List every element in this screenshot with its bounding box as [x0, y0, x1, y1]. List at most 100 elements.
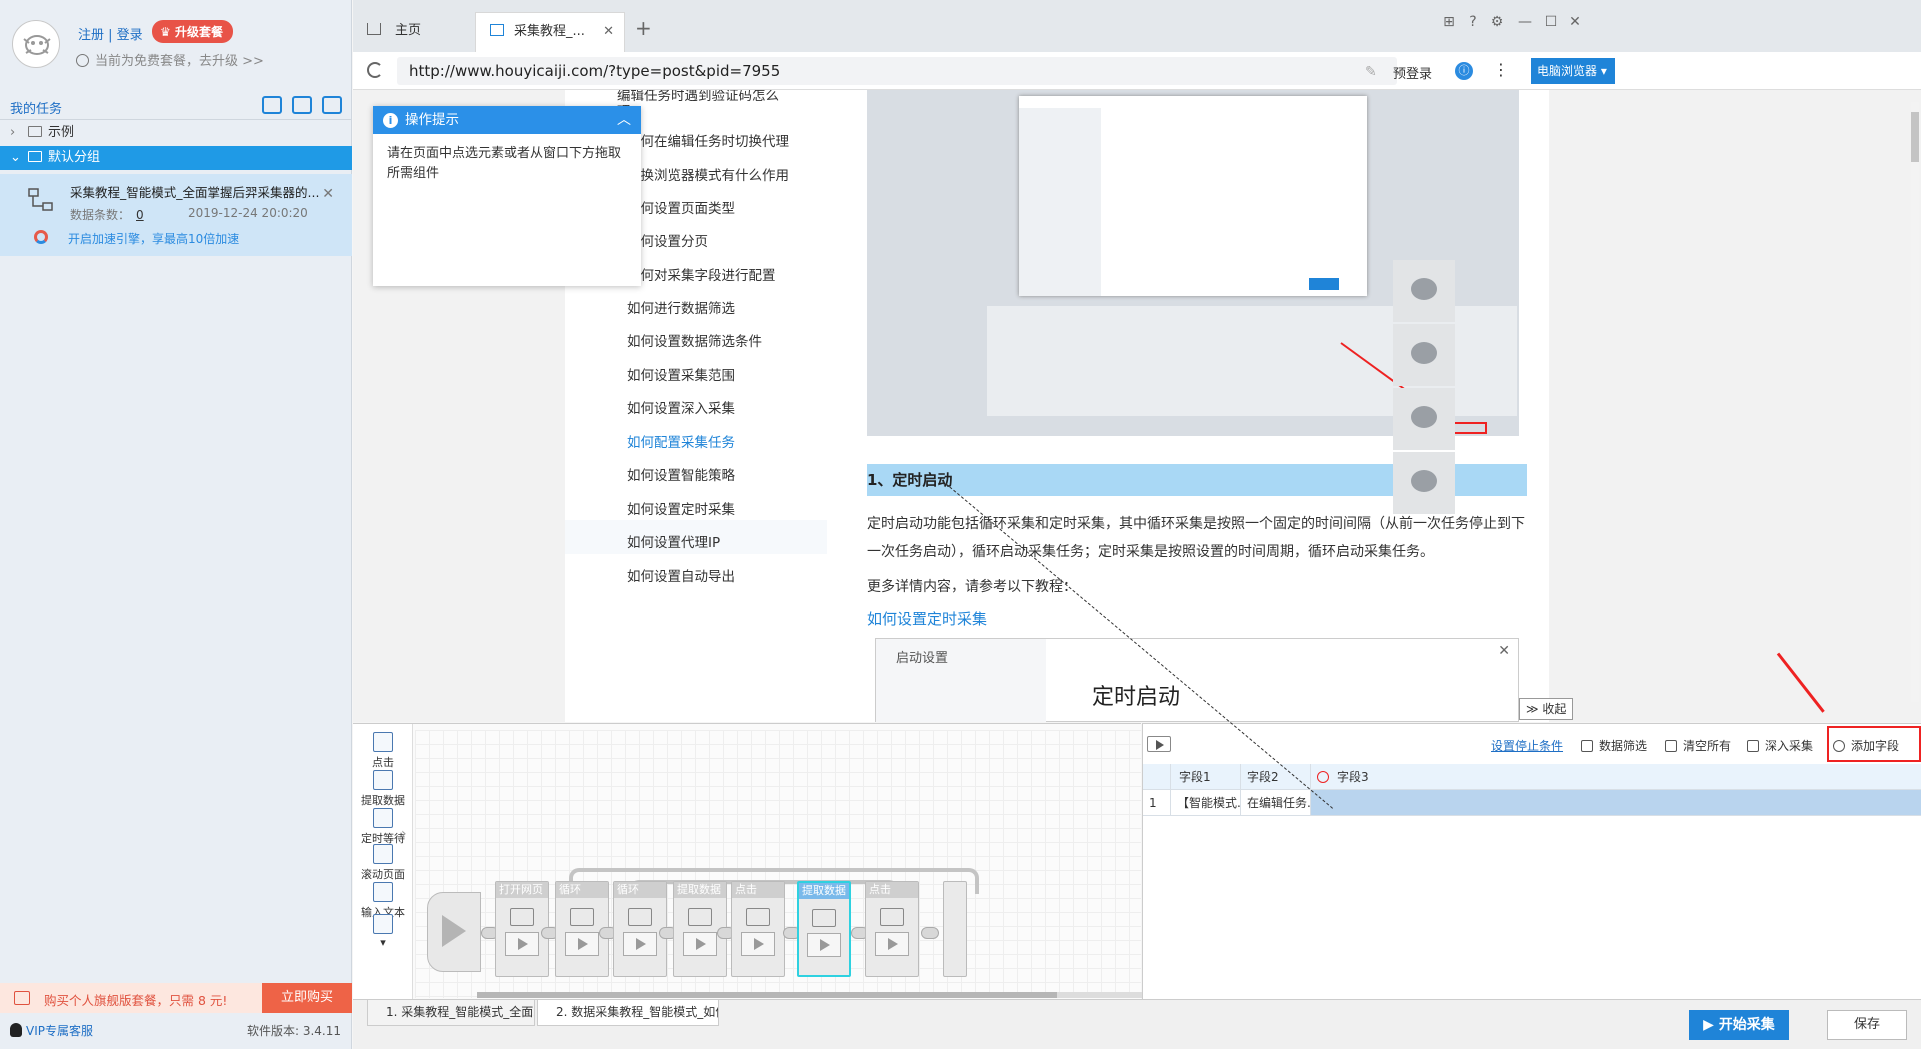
nav-item[interactable]: 如何配置采集任务 [627, 431, 735, 451]
browser-mode-button[interactable]: 电脑浏览器 ▾ [1531, 58, 1615, 84]
upgrade-button[interactable]: ♛ 升级套餐 [152, 20, 233, 43]
speedup-link[interactable]: 开启加速引擎，享最高10倍加速 [68, 230, 239, 247]
canvas-scrollbar-thumb[interactable] [477, 992, 1057, 998]
column-header[interactable]: 字段2 [1241, 764, 1311, 790]
reload-icon[interactable] [367, 62, 383, 78]
flow-node[interactable]: 点击 [731, 881, 785, 977]
scroll-page-tool[interactable]: 滚动页面 [353, 844, 413, 882]
favorite-button[interactable] [1393, 452, 1455, 514]
play-step-icon[interactable] [875, 932, 909, 956]
expand-icon[interactable]: › [401, 826, 407, 842]
click-tool[interactable]: 点击 [353, 732, 413, 770]
start-node[interactable] [427, 892, 481, 972]
flow-tab-1[interactable]: 1. 采集教程_智能模式_全面掌握后... [367, 1000, 535, 1026]
left-panel: 注册 | 登录 ♛ 升级套餐 当前为免费套餐，去升级 >> 我的任务 › 示例 ⌄… [0, 0, 352, 1049]
close-tab-icon[interactable]: ✕ [603, 13, 614, 51]
add-task-icon[interactable] [292, 96, 312, 114]
buy-now-button[interactable]: 立即购买 [262, 983, 352, 1013]
stop-condition-link[interactable]: 设置停止条件 [1491, 737, 1563, 754]
wechat-share-button[interactable] [1393, 260, 1455, 322]
column-header[interactable]: 字段1 [1171, 764, 1241, 790]
close-icon[interactable]: ✕ [322, 186, 334, 202]
canvas-scrollbar[interactable] [477, 992, 1197, 998]
task-item[interactable]: 采集教程_智能模式_全面掌握后羿采集器的... 数据条数： 0 2019-12-2… [0, 174, 352, 256]
column-header-target[interactable]: 字段3 [1311, 764, 1921, 790]
nav-item[interactable]: 如何设置深入采集 [627, 397, 735, 417]
flow-tab-2[interactable]: 2. 数据采集教程_智能模式_如何配... [537, 1000, 719, 1026]
flow-node[interactable]: 点击 [865, 881, 919, 977]
table-cell-selected[interactable] [1311, 790, 1921, 816]
data-toolbar: 设置停止条件 数据筛选 清空所有 深入采集 添加字段 [1143, 724, 1921, 764]
save-button[interactable]: 保存 [1827, 1010, 1907, 1040]
nav-item[interactable]: 如何设置自动导出 [627, 565, 735, 585]
deep-collect-button[interactable]: 深入采集 [1747, 737, 1813, 754]
flow-node[interactable]: 提取数据 [797, 881, 851, 977]
more-icon[interactable]: ⋮ [1493, 60, 1509, 79]
nav-item[interactable]: 如何设置智能策略 [627, 464, 735, 484]
extract-data-tool[interactable]: 提取数据 [353, 770, 413, 808]
prelogin-button[interactable]: 预登录 [1393, 63, 1432, 82]
minimize-icon[interactable]: — [1517, 14, 1533, 30]
clear-button[interactable]: 清空所有 [1665, 737, 1731, 754]
alarm-clock-icon [76, 54, 89, 67]
help-icon[interactable]: ? [1465, 14, 1481, 30]
table-header-row: 字段1 字段2 字段3 [1143, 764, 1921, 790]
weibo-share-button[interactable] [1393, 324, 1455, 386]
settings-icon[interactable]: ⚙ [1489, 14, 1505, 30]
nav-item[interactable]: 如何设置采集范围 [627, 364, 735, 384]
chevron-up-icon[interactable]: ︿ [617, 106, 631, 134]
play-step-icon[interactable] [683, 932, 717, 956]
task-count-value[interactable]: 0 [136, 208, 144, 222]
play-step-icon[interactable] [623, 932, 657, 956]
collapse-button[interactable]: ≫ 收起 [1519, 698, 1573, 720]
tab-home[interactable]: 主页 [353, 12, 473, 52]
login-link[interactable]: 注册 | 登录 [78, 24, 143, 43]
collapse-label: 收起 [1542, 702, 1567, 716]
timed-collection-link[interactable]: 如何设置定时采集 [867, 608, 987, 629]
gift-icon[interactable]: ⊞ [1441, 14, 1457, 30]
close-window-icon[interactable]: ✕ [1567, 14, 1583, 30]
start-collect-button[interactable]: ▶ 开始采集 [1689, 1010, 1789, 1040]
flow-node-partial[interactable] [943, 881, 967, 977]
baidu-share-button[interactable] [1393, 388, 1455, 450]
play-step-icon[interactable] [505, 932, 539, 956]
nav-item[interactable]: 如何设置数据筛选条件 [627, 330, 762, 350]
new-tab-icon[interactable]: + [635, 16, 652, 40]
vip-support-link[interactable]: VIP专属客服 [10, 1022, 93, 1039]
article-paragraph-more[interactable]: 更多详情内容，请参考以下教程： [867, 576, 1077, 596]
nav-item[interactable]: 如何在编辑任务时切换代理 [627, 130, 789, 150]
table-cell[interactable]: 【智能模式... [1171, 790, 1241, 816]
speedometer-icon [34, 230, 48, 244]
tree-item-default-group[interactable]: ⌄ 默认分组 [0, 146, 352, 170]
edit-icon[interactable]: ✎ [1365, 64, 1377, 80]
nav-item[interactable]: 切换浏览器模式有什么作用 [627, 164, 789, 184]
nav-item[interactable]: 编辑任务时遇到验证码怎么 [617, 90, 779, 104]
table-row[interactable]: 1 【智能模式... 在编辑任务... [1143, 790, 1921, 816]
nav-item[interactable]: 如何对采集字段进行配置 [627, 264, 776, 284]
tool-label: 提取数据 [361, 794, 405, 807]
tree-item-example[interactable]: › 示例 [0, 121, 352, 145]
flow-canvas[interactable]: › 打开网页 循环 循环 提取数据 点击 提取数据 点击 [401, 730, 1197, 998]
play-step-icon[interactable] [741, 932, 775, 956]
page-scrollbar[interactable] [1911, 102, 1919, 702]
play-step-icon[interactable] [565, 932, 599, 956]
filter-button[interactable]: 数据筛选 [1581, 737, 1647, 754]
nav-item[interactable]: 如何进行数据筛选 [627, 297, 735, 317]
nav-item[interactable]: 如何设置代理IP [627, 531, 720, 551]
scrollbar-thumb[interactable] [1911, 112, 1919, 162]
nav-item[interactable]: 如何设置页面类型 [627, 197, 735, 217]
nav-item[interactable]: 如何设置定时采集 [627, 498, 735, 518]
search-task-icon[interactable] [322, 96, 342, 114]
import-icon[interactable] [262, 96, 282, 114]
maximize-icon[interactable]: ☐ [1543, 14, 1559, 30]
tab-current-page[interactable]: 采集教程_... ✕ [475, 12, 625, 52]
more-tools-icon[interactable]: ▾ [353, 914, 413, 949]
url-input[interactable] [397, 57, 1397, 85]
play-step-icon[interactable] [807, 933, 841, 957]
play-icon[interactable] [1147, 736, 1171, 752]
table-cell[interactable]: 在编辑任务... [1241, 790, 1311, 816]
trial-line[interactable]: 当前为免费套餐，去升级 >> [76, 50, 264, 69]
flow-node-title: 提取数据 [799, 883, 849, 899]
account-icon[interactable]: ⓘ [1455, 62, 1473, 80]
avatar[interactable] [12, 20, 60, 68]
